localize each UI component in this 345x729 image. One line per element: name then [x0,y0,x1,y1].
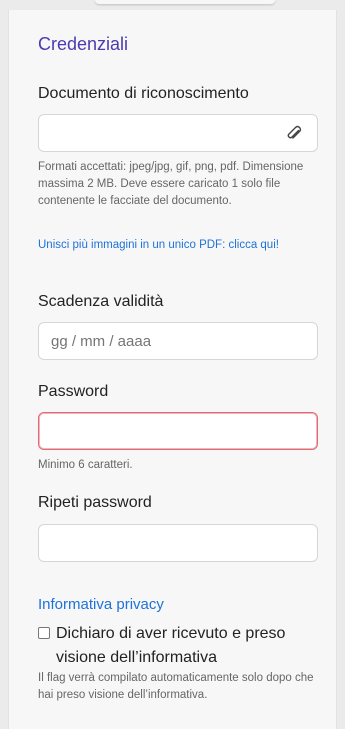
password-field[interactable] [38,412,318,450]
privacy-policy-link[interactable]: Informativa privacy [38,596,164,613]
password-input[interactable] [39,413,317,449]
document-upload-field[interactable] [38,114,318,152]
privacy-note: Il flag verrà compilato automaticamente … [38,672,314,701]
privacy-checkbox[interactable] [38,627,50,639]
credentials-panel: Credenziali Documento di riconoscimento … [8,10,337,729]
expiry-date-field[interactable] [38,322,318,360]
expiry-label: Scadenza validità [38,293,164,310]
password-label: Password [38,383,109,400]
repeat-password-field[interactable] [38,524,318,562]
merge-pdf-link[interactable]: Unisci più immagini in un unico PDF: cli… [38,236,318,255]
paperclip-icon[interactable] [285,124,303,144]
repeat-password-input[interactable] [39,525,317,561]
expiry-date-input[interactable] [39,323,317,359]
document-help-text: Formati accettati: jpeg/jpg, gif, png, p… [38,161,304,207]
privacy-checkbox-label[interactable]: Dichiaro di aver ricevuto e preso vision… [56,622,326,670]
repeat-password-label: Ripeti password [38,494,152,511]
top-tab-shadow [95,0,275,4]
section-title: Credenziali [38,34,129,54]
top-bar [0,0,345,10]
document-label: Documento di riconoscimento [38,85,249,102]
password-hint: Minimo 6 caratteri. [38,459,133,471]
